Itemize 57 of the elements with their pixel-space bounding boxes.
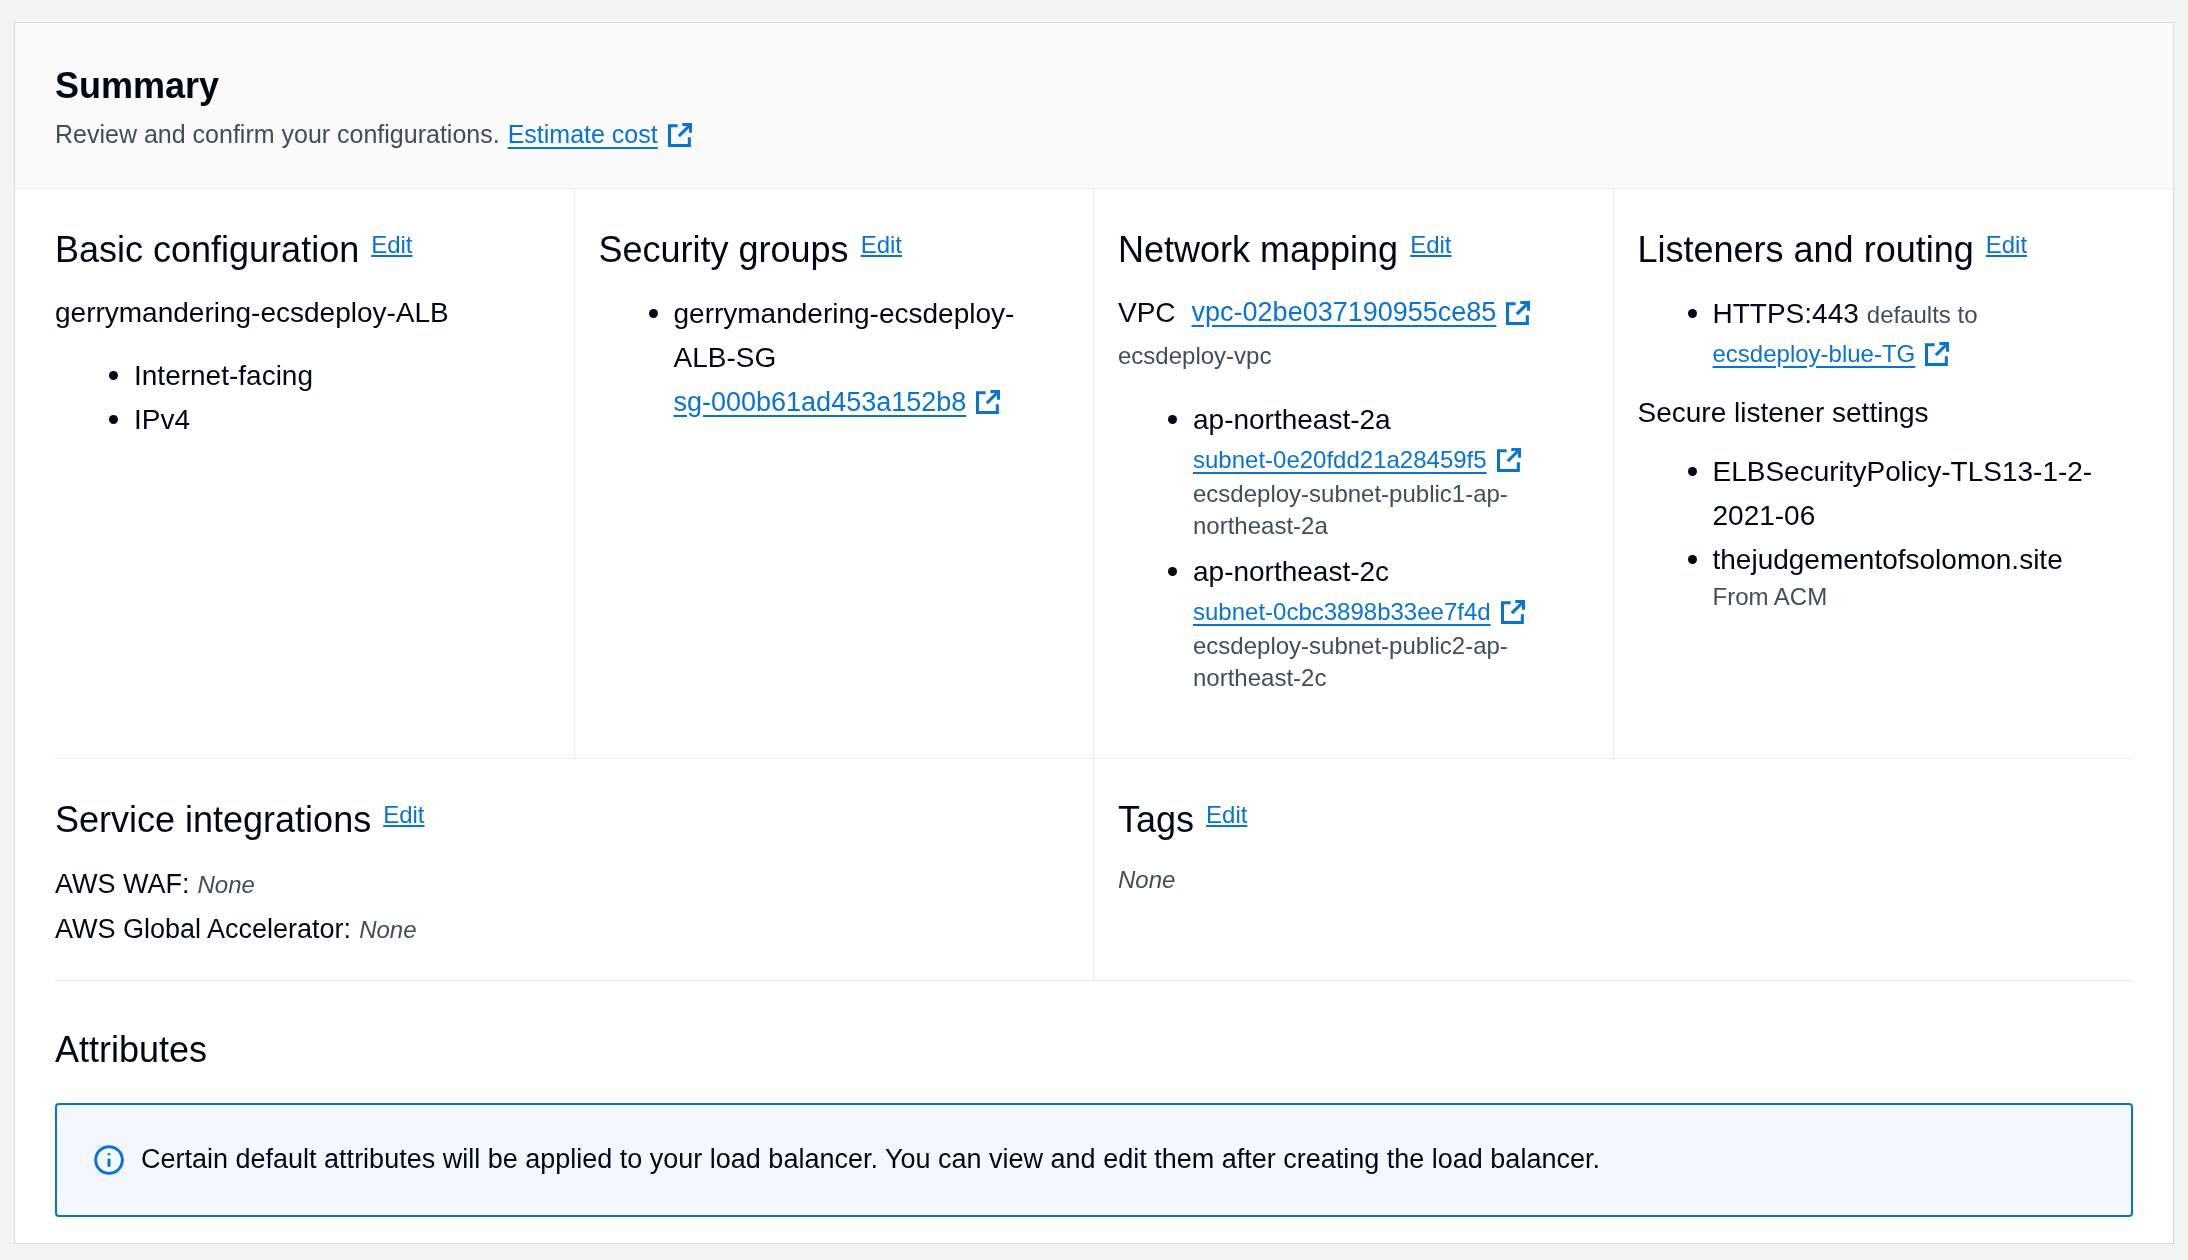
external-link-icon <box>974 387 1003 416</box>
section-title: Service integrations <box>55 797 372 842</box>
load-balancer-name: gerrymandering-ecsdeploy-ALB <box>55 295 450 330</box>
external-link-icon <box>1494 445 1523 474</box>
section-title: Network mapping <box>1118 227 1399 272</box>
subnet-name: ecsdeploy-subnet-public1-ap-northeast-2a <box>1193 478 1509 541</box>
bullet-icon <box>1687 467 1697 476</box>
external-link[interactable]: Estimate cost <box>507 116 658 154</box>
integration-value: None <box>197 869 255 900</box>
external-link[interactable]: sg-000b61ad453a152b8 <box>673 379 967 424</box>
external-link[interactable]: subnet-0e20fdd21a28459f5 <box>1193 441 1487 478</box>
availability-zone: ap-northeast-2c <box>1193 554 1391 589</box>
secure-listener-title: Secure listener settings <box>1637 395 1930 430</box>
edit-link[interactable]: Edit <box>371 226 413 263</box>
summary-title: Summary <box>55 64 221 108</box>
bullet-icon <box>1168 567 1177 576</box>
defaults-text: defaults to <box>1866 299 1978 330</box>
listener-protocol: HTTPS:443 <box>1712 296 1859 331</box>
section-title: Listeners and routing <box>1637 227 1974 272</box>
tags-value: None <box>1118 865 1176 893</box>
summary-description: Review and confirm your configurations. <box>55 119 500 150</box>
external-link[interactable]: subnet-0cbc3898b33ee7f4d <box>1193 593 1491 630</box>
scheme-item: Internet-facing <box>134 358 313 393</box>
section-title: Basic configuration <box>55 227 360 272</box>
certificate-source: From ACM <box>1712 581 1829 612</box>
edit-link[interactable]: Edit <box>860 226 902 263</box>
external-link[interactable]: ecsdeploy-blue-TG <box>1712 335 1916 372</box>
bullet-icon <box>648 309 658 318</box>
external-link-icon <box>1504 298 1533 327</box>
info-message: Certain default attributes will be applied to your load balancer. You can view and edit them after creating the load balancer. <box>141 1143 1600 1177</box>
external-link[interactable]: vpc-02be037190955ce85 <box>1191 292 1497 333</box>
info-icon <box>93 1143 125 1176</box>
bullet-icon <box>109 371 118 380</box>
security-group-name: gerrymandering-ecsdeploy-ALB-SG <box>673 296 1016 375</box>
vpc-label: VPC <box>1118 295 1176 330</box>
subnet-name: ecsdeploy-subnet-public2-ap-northeast-2c <box>1193 630 1509 693</box>
section-title: Tags <box>1118 797 1195 842</box>
bullet-icon <box>1687 555 1697 564</box>
availability-zone: ap-northeast-2a <box>1193 402 1392 437</box>
integration-label: AWS WAF: <box>55 867 190 901</box>
external-link-icon <box>1923 339 1952 368</box>
section-title: Attributes <box>55 1027 209 1072</box>
scheme-item: IPv4 <box>134 402 191 437</box>
external-link-icon <box>1498 597 1527 626</box>
integration-value: None <box>359 914 417 945</box>
external-link-icon <box>665 120 694 149</box>
section-title: Security groups <box>598 227 849 272</box>
edit-link[interactable]: Edit <box>1410 226 1452 263</box>
integration-label: AWS Global Accelerator: <box>55 912 352 946</box>
edit-link[interactable]: Edit <box>383 796 425 833</box>
certificate-name: thejudgementofsolomon.site <box>1712 542 2063 577</box>
bullet-icon <box>1687 309 1697 318</box>
bullet-icon <box>1168 415 1177 424</box>
edit-link[interactable]: Edit <box>1206 796 1248 833</box>
vpc-name: ecsdeploy-vpc <box>1118 340 1273 371</box>
bullet-icon <box>109 415 118 424</box>
edit-link[interactable]: Edit <box>1985 226 2028 263</box>
